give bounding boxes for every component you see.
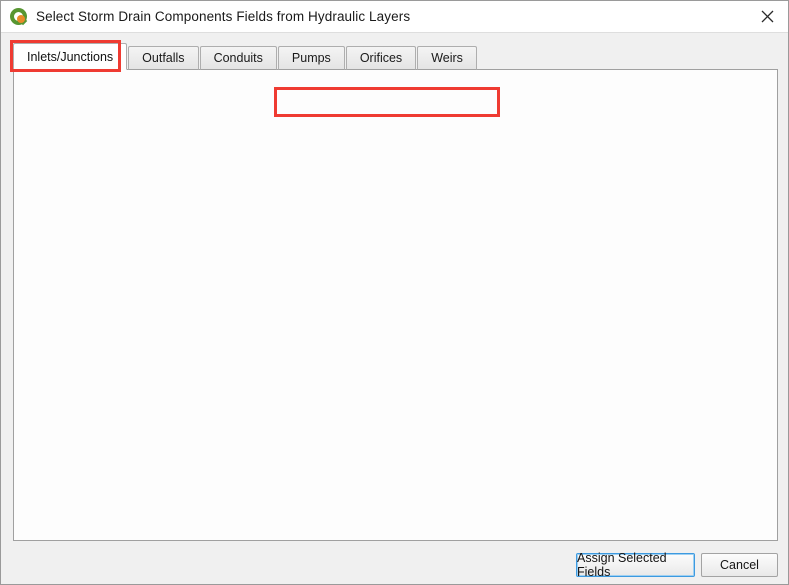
tab-bar: Inlets/Junctions Outfalls Conduits Pumps… xyxy=(13,43,478,70)
qgis-logo-icon xyxy=(10,8,27,25)
dialog-window: Select Storm Drain Components Fields fro… xyxy=(0,0,789,585)
tab-conduits[interactable]: Conduits xyxy=(200,46,277,70)
tab-pumps[interactable]: Pumps xyxy=(278,46,345,70)
page-title: Select Storm Drain Components Fields fro… xyxy=(36,9,410,24)
assign-selected-fields-button[interactable]: Assign Selected Fields xyxy=(576,553,695,577)
title-bar: Select Storm Drain Components Fields fro… xyxy=(1,1,788,33)
tab-inlets-junctions[interactable]: Inlets/Junctions xyxy=(13,43,127,70)
close-icon[interactable] xyxy=(746,1,788,32)
tab-weirs[interactable]: Weirs xyxy=(417,46,477,70)
tab-orifices[interactable]: Orifices xyxy=(346,46,416,70)
tab-outfalls[interactable]: Outfalls xyxy=(128,46,198,70)
tab-panel xyxy=(13,69,778,541)
cancel-button[interactable]: Cancel xyxy=(701,553,778,577)
